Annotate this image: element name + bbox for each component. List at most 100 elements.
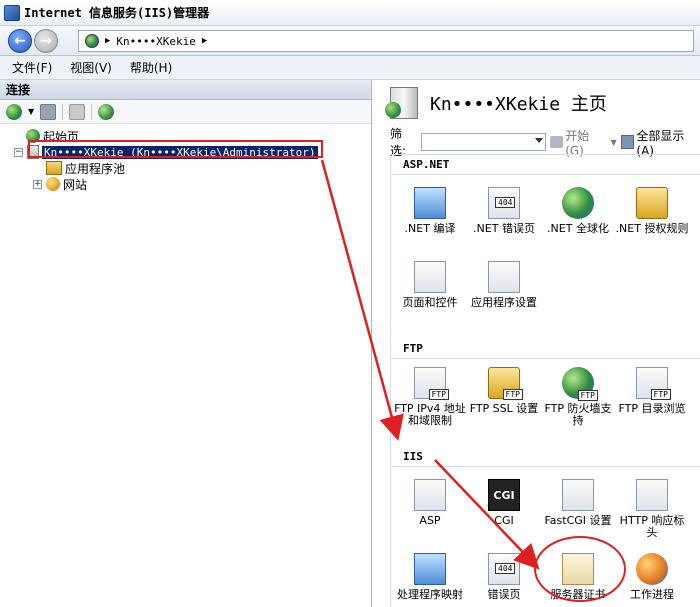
forward-button[interactable]: → [34, 29, 58, 53]
go-button[interactable]: 开始(G) [549, 127, 607, 158]
home-header: Kn••••XKekie 主页 [380, 80, 700, 126]
group-title-aspnet: ASP.NET [391, 155, 700, 175]
feature-ftp-ssl[interactable]: FTP FTP SSL 设置 [467, 361, 541, 431]
network-restriction-icon: FTP [414, 367, 449, 400]
feature-net-authorization[interactable]: .NET 授权规则 [615, 181, 689, 251]
page-controls-icon [414, 261, 446, 293]
checklist-icon [488, 261, 520, 293]
save-icon[interactable] [40, 103, 57, 120]
badge-ftp: FTP [502, 389, 523, 400]
show-all-icon [620, 135, 635, 149]
feature-label: .NET 授权规则 [615, 222, 689, 235]
feature-cgi[interactable]: CGI CGI [467, 473, 541, 543]
feature-label: 页面和控件 [402, 296, 458, 309]
handler-mappings-icon [414, 553, 446, 585]
download-arrow-icon [414, 187, 446, 219]
feature-label: 处理程序映射 [397, 588, 463, 601]
chevron-down-icon[interactable]: ▼ [28, 107, 34, 116]
directory-list-icon: FTP [636, 367, 671, 400]
window-titlebar: Internet 信息服务(IIS)管理器 [0, 0, 700, 26]
window-title: Internet 信息服务(IIS)管理器 [24, 6, 210, 20]
connections-header: 连接 [0, 80, 371, 100]
toolbar-divider [62, 103, 64, 120]
app-pool-icon [46, 161, 62, 175]
feature-label: 工作进程 [630, 588, 674, 601]
fastcgi-icon [562, 479, 594, 511]
menu-bar: 文件(F) 视图(V) 帮助(H) [0, 56, 700, 80]
filter-input[interactable] [421, 133, 546, 151]
feature-label: FTP 防火墙支持 [544, 402, 612, 427]
menu-file[interactable]: 文件(F) [12, 59, 52, 76]
tree-item-app-pools[interactable]: 应用程序池 [0, 160, 371, 176]
feature-label: 错误页 [487, 588, 521, 601]
iis-manager-icon [4, 4, 20, 21]
feature-net-globalization[interactable]: .NET 全球化 [541, 181, 615, 251]
group-title-ftp: FTP [391, 339, 700, 359]
features-view: ASP.NET .NET 编译 404 .NET 错误页 .NET 全球化 .N… [390, 154, 700, 607]
show-all-label: 全部显示(A) [636, 128, 685, 158]
feature-ftp-directory-browsing[interactable]: FTP FTP 目录浏览 [615, 361, 689, 431]
feature-ftp-ipv4[interactable]: FTP FTP IPv4 地址和域限制 [393, 361, 467, 431]
feature-ftp-firewall[interactable]: FTP FTP 防火墙支持 [541, 361, 615, 431]
feature-label: HTTP 响应标头 [619, 514, 685, 539]
feature-net-compilation[interactable]: .NET 编译 [393, 181, 467, 251]
globe-icon [562, 187, 594, 219]
breadcrumb-separator-icon: ▶ [201, 36, 208, 46]
error-page-icon: 404 [488, 187, 520, 219]
tree-item-label: 应用程序池 [65, 161, 126, 176]
feature-handler-mappings[interactable]: 处理程序映射 [393, 547, 467, 607]
feature-net-error-pages[interactable]: 404 .NET 错误页 [467, 181, 541, 251]
feature-label: .NET 错误页 [473, 222, 535, 235]
feature-label: CGI [494, 514, 514, 527]
address-row: ← → ▶ Kn••••XKekie ▶ [0, 26, 700, 56]
feature-worker-processes[interactable]: 工作进程 [615, 547, 689, 607]
collapse-icon[interactable]: − [14, 147, 23, 157]
feature-app-settings[interactable]: 应用程序设置 [467, 255, 541, 325]
menu-view[interactable]: 视图(V) [70, 59, 112, 76]
error-page-icon: 404 [488, 553, 520, 585]
badge-ftp: FTP [650, 389, 671, 400]
firewall-icon: FTP [562, 367, 598, 401]
badge-404: 404 [495, 197, 516, 208]
arrow-left-icon: ← [14, 33, 26, 49]
annotation-highlight-box [28, 140, 323, 158]
filter-bar: 筛选: 开始(G) ▼ 全部显示(A) [390, 127, 700, 158]
connections-pane: 连接 ▼ 起始页 − Kn••••XKekie (Kn••••XKekie\Ad… [0, 80, 372, 607]
server-icon [385, 87, 418, 119]
response-headers-icon [636, 479, 668, 511]
feature-fastcgi[interactable]: FastCGI 设置 [541, 473, 615, 543]
back-button[interactable]: ← [8, 29, 32, 53]
feature-label: .NET 全球化 [547, 222, 609, 235]
toolbar-divider [91, 103, 93, 120]
menu-help[interactable]: 帮助(H) [130, 59, 172, 76]
up-level-icon[interactable] [69, 103, 86, 120]
feature-label: FTP 目录浏览 [618, 402, 686, 415]
cgi-icon: CGI [488, 479, 520, 511]
arrow-right-icon: → [40, 33, 52, 49]
address-bar[interactable]: ▶ Kn••••XKekie ▶ [78, 30, 694, 52]
expand-icon[interactable]: + [33, 179, 42, 189]
asp-gear-icon [414, 479, 446, 511]
group-title-iis: IIS [391, 447, 700, 467]
badge-404: 404 [495, 563, 516, 574]
badge-ftp: FTP [428, 389, 449, 400]
show-all-button[interactable]: 全部显示(A) [620, 127, 700, 158]
worker-process-icon [636, 553, 668, 585]
feature-label: .NET 编译 [404, 222, 456, 235]
globe-icon [85, 34, 99, 48]
feature-pages-controls[interactable]: 页面和控件 [393, 255, 467, 325]
feature-asp[interactable]: ASP [393, 473, 467, 543]
tree-item-sites[interactable]: + 网站 [0, 176, 371, 192]
breadcrumb-server[interactable]: Kn••••XKekie [116, 35, 195, 48]
disconnect-icon[interactable] [98, 103, 115, 120]
feature-error-pages[interactable]: 404 错误页 [467, 547, 541, 607]
binoculars-icon [549, 136, 564, 148]
annotation-highlight-circle [534, 536, 626, 602]
feature-http-response-headers[interactable]: HTTP 响应标头 [615, 473, 689, 543]
chevron-down-icon[interactable] [534, 138, 543, 143]
page-title: Kn••••XKekie 主页 [430, 94, 607, 115]
sites-icon [46, 177, 60, 191]
chevron-down-icon[interactable]: ▼ [611, 138, 617, 147]
connect-globe-icon[interactable] [6, 103, 22, 120]
padlock-icon: FTP [488, 367, 523, 400]
